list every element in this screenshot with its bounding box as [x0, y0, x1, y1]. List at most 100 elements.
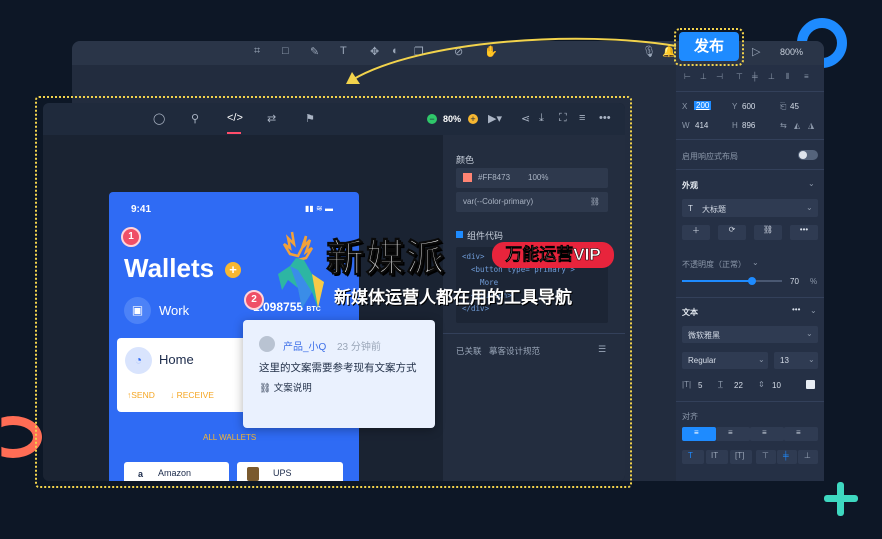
paragraph-spacing-input[interactable]: 10 [772, 381, 781, 390]
valign-fixed-button[interactable]: IT [706, 450, 728, 464]
zoom-in-button[interactable]: + [468, 114, 478, 124]
code-icon[interactable]: </> [227, 112, 243, 124]
text-align-center-button[interactable]: ≡ [716, 427, 750, 441]
sync-icon[interactable]: ⟳ [718, 225, 746, 240]
amazon-card[interactable]: a Amazon [124, 462, 229, 481]
add-style-button[interactable]: ＋ [682, 225, 710, 240]
wallet-work[interactable]: Work [159, 303, 189, 318]
font-size-select[interactable]: 13 ⌄ [774, 352, 818, 369]
chevron-down-icon: ⌄ [808, 355, 815, 364]
align-top-icon[interactable]: ⊤ [736, 72, 743, 81]
all-wallets-link[interactable]: ALL WALLETS [203, 433, 256, 442]
w-input[interactable]: 414 [695, 121, 708, 130]
chevron-down-icon[interactable]: ⌄ [810, 306, 817, 315]
add-wallet-button[interactable]: + [225, 262, 241, 278]
preview-icon[interactable]: ▶▾ [488, 112, 502, 125]
x-input[interactable]: 200 [694, 101, 712, 110]
valign-middle-button[interactable]: ╪ [777, 450, 797, 464]
align-vcenter-icon[interactable]: ╪ [752, 72, 758, 81]
receive-button[interactable]: ↓ RECEIVE [170, 390, 214, 400]
comment-author[interactable]: 产品_小Q [283, 338, 326, 353]
text-align-right-button[interactable]: ≡ [750, 427, 784, 441]
h-label: H [732, 121, 738, 130]
code-panel: 颜色 #FF8473 100% var(--Color-primary) ⛓ 组件… [443, 135, 625, 481]
share-icon[interactable]: ⋖ [521, 112, 530, 125]
send-button[interactable]: ↑SEND [127, 390, 155, 400]
align-bottom-icon[interactable]: ⊥ [768, 72, 775, 81]
appearance-title: 外观 [682, 181, 698, 190]
font-weight-value: Regular [688, 356, 717, 365]
shuffle-icon[interactable]: ⇄ [267, 112, 276, 125]
valign-bottom-button[interactable]: ⊥ [798, 450, 818, 464]
publish-button[interactable]: 发布 [679, 32, 739, 61]
distribute-v-icon[interactable]: ≡ [804, 72, 809, 81]
annotation-badge-2[interactable]: 2 [244, 290, 264, 310]
rotation-input[interactable]: 45 [790, 102, 799, 111]
constrain-icon[interactable]: ⇆ [780, 121, 787, 130]
amazon-logo-icon: a [138, 469, 144, 479]
font-family-select[interactable]: 微软雅黑 ⌄ [682, 326, 818, 343]
curved-arrow-icon [346, 37, 677, 84]
zoom-out-button[interactable]: − [427, 114, 437, 124]
align-right-icon[interactable]: ⊣ [716, 72, 723, 81]
valign-top-button[interactable]: ⊤ [756, 450, 776, 464]
menu-icon[interactable]: ≡ [579, 112, 585, 124]
location-icon[interactable]: ⚲ [191, 112, 199, 125]
paragraph-spacing-icon: ⇕ [758, 380, 765, 389]
wallet-home: Home [159, 352, 194, 367]
comment-attachment[interactable]: ⛓ 文案说明 [259, 380, 312, 394]
more-icon[interactable]: ••• [792, 305, 800, 314]
color-variable-field[interactable]: var(--Color-primary) ⛓ [456, 192, 608, 212]
ups-logo-icon [247, 467, 259, 481]
chevron-down-icon[interactable]: ⌄ [752, 258, 759, 267]
h-input[interactable]: 896 [742, 121, 755, 130]
rect-icon[interactable]: □ [282, 45, 289, 57]
download-icon[interactable]: ⤓ [539, 112, 544, 125]
line-height-input[interactable]: 22 [734, 381, 743, 390]
text-align-left-button[interactable]: ≡ [682, 427, 716, 441]
distribute-h-icon[interactable]: ⫴ [786, 72, 789, 82]
ups-label: UPS [273, 468, 292, 478]
settings-sliders-icon[interactable]: ☰ [598, 344, 606, 355]
font-weight-select[interactable]: Regular ⌄ [682, 352, 768, 369]
letter-spacing-icon: |T| [682, 380, 692, 389]
color-hex: #FF8473 [478, 173, 511, 182]
comment-time: 23 分钟前 [337, 342, 381, 353]
link-icon[interactable]: ⛓ [590, 192, 600, 212]
flip-v-icon[interactable]: ◮ [808, 121, 814, 130]
watermark-badge: 万能运营VIP [492, 242, 614, 268]
color-field[interactable]: #FF8473 100% [456, 168, 608, 188]
flip-h-icon[interactable]: ◭ [794, 121, 800, 130]
valign-box-button[interactable]: [T] [730, 450, 752, 464]
annotation-badge-1[interactable]: 1 [121, 227, 141, 247]
responsive-toggle[interactable] [798, 150, 818, 160]
play-icon[interactable]: ▷ [752, 45, 760, 58]
opacity-slider-knob[interactable] [748, 277, 756, 285]
chevron-down-icon: ⌄ [806, 329, 813, 338]
style-select[interactable]: T 大标题 ⌄ [682, 199, 818, 217]
frame-icon[interactable]: ⌗ [254, 45, 260, 58]
rotate-icon: ⎗ [780, 102, 787, 111]
bookmark-icon[interactable]: ⚑ [305, 112, 315, 125]
linked-label: 已关联 [456, 346, 482, 356]
valign-auto-button[interactable]: T [682, 450, 704, 464]
linked-design-system[interactable]: 摹客设计规范 [489, 345, 540, 357]
y-input[interactable]: 600 [742, 102, 755, 111]
letter-spacing-input[interactable]: 5 [698, 381, 702, 390]
pen-icon[interactable]: ✎ [310, 45, 319, 58]
link-icon: ⛓ [259, 383, 274, 394]
detach-icon[interactable]: ⛓ [754, 225, 782, 240]
chevron-down-icon[interactable]: ⌄ [808, 179, 815, 188]
ups-card[interactable]: UPS [237, 462, 343, 481]
more-icon[interactable]: ••• [790, 225, 818, 240]
text-align-justify-button[interactable]: ≡ [784, 427, 818, 441]
y-label: Y [732, 102, 738, 111]
front-toolbar: ◯ ⚲ </> ⇄ ⚑ − 80% + ▶▾ ⋖ ⤓ ⛶ ≡ ••• [43, 103, 625, 135]
more-icon[interactable]: ••• [599, 112, 611, 124]
align-hcenter-icon[interactable]: ⊥ [700, 72, 707, 81]
fullscreen-icon[interactable]: ⛶ [559, 112, 567, 125]
text-checkbox[interactable] [806, 380, 815, 389]
back-zoom-level[interactable]: 800% [780, 47, 803, 57]
opacity-value[interactable]: 70 [790, 277, 799, 286]
comment-icon[interactable]: ◯ [153, 112, 165, 125]
